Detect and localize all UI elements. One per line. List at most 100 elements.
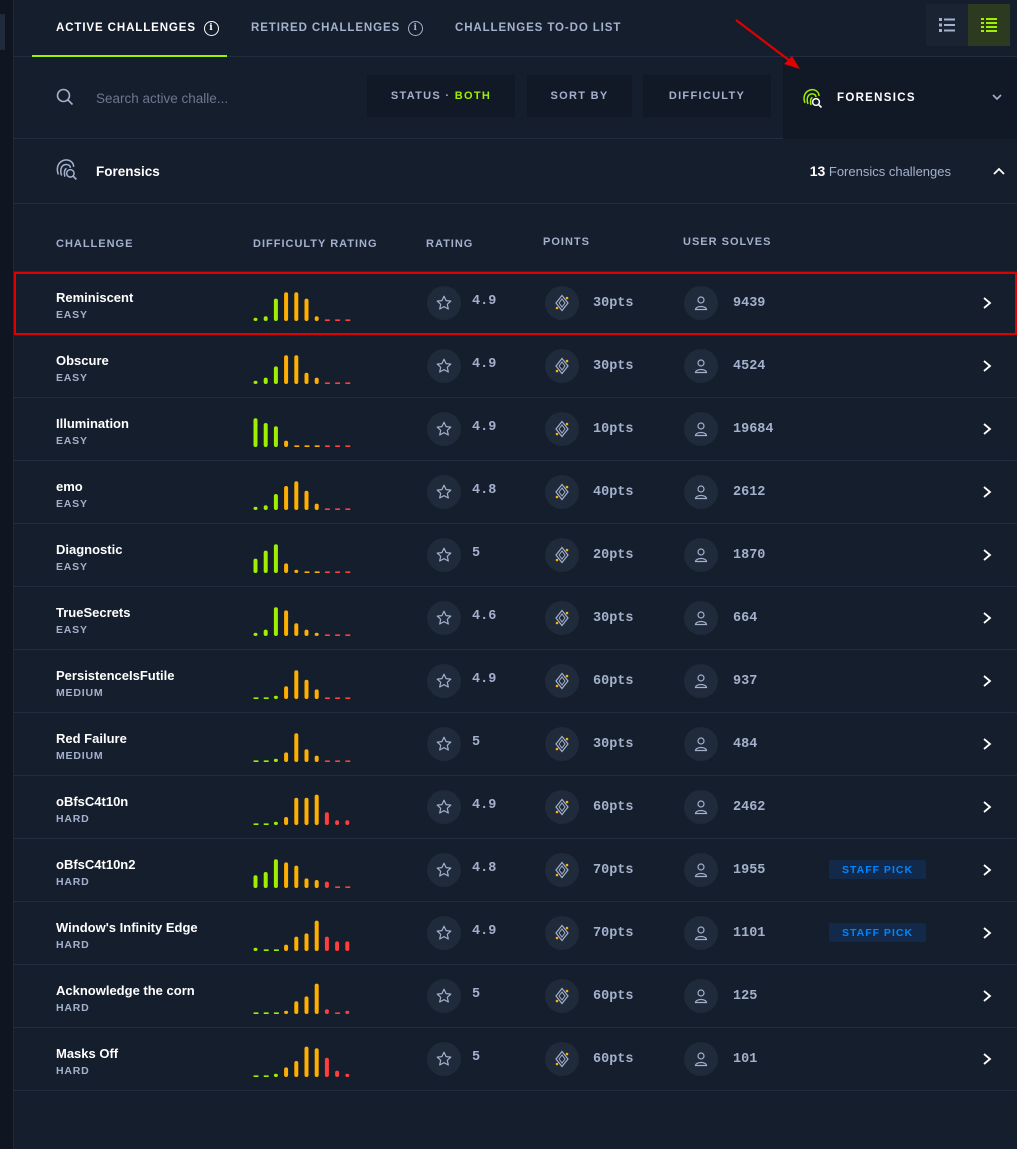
challenge-name[interactable]: oBfsC4t10n (56, 794, 128, 809)
rate-button[interactable] (427, 1042, 461, 1076)
challenge-row[interactable]: oBfsC4t10n2 HARD 4.8 70pts 1955 STAFF PICK (14, 839, 1017, 902)
challenge-name[interactable]: Diagnostic (56, 542, 122, 557)
challenge-row[interactable]: Masks Off HARD 5 60pts 101 (14, 1028, 1017, 1091)
challenge-row[interactable]: Acknowledge the corn HARD 5 60pts 125 (14, 965, 1017, 1028)
chevron-right-icon[interactable] (980, 862, 994, 878)
difficulty-vote-bar (294, 865, 299, 888)
chevron-right-icon[interactable] (980, 673, 994, 689)
difficulty-vote-bar (335, 760, 341, 762)
difficulty-vote-bar (324, 382, 330, 384)
rate-button[interactable] (427, 916, 461, 950)
challenge-row[interactable]: oBfsC4t10n HARD 4.9 60pts 2462 (14, 776, 1017, 839)
challenge-points: 30pts (593, 611, 634, 626)
challenge-user-solves: 1101 (733, 926, 766, 941)
difficulty-vote-bar (314, 316, 319, 321)
chevron-right-icon[interactable] (980, 421, 994, 437)
challenge-name[interactable]: Acknowledge the corn (56, 983, 195, 998)
category-select[interactable]: FORENSICS (783, 57, 1017, 139)
status-filter-button[interactable]: STATUS · BOTH (367, 75, 515, 117)
list-view-button[interactable] (968, 4, 1010, 46)
sort-by-button[interactable]: SORT BY (527, 75, 632, 117)
difficulty-vote-bar (284, 862, 289, 888)
chevron-right-icon[interactable] (980, 547, 994, 563)
rate-button[interactable] (427, 979, 461, 1013)
filter-bar: STATUS · BOTH SORT BY DIFFICULTY FORENSI… (14, 57, 1017, 139)
challenge-row[interactable]: Reminiscent EASY 4.9 30pts 9439 (14, 272, 1017, 335)
challenge-row[interactable]: Diagnostic EASY 5 20pts 1870 (14, 524, 1017, 587)
challenge-points: 60pts (593, 1052, 634, 1067)
category-section-header[interactable]: Forensics 13 Forensics challenges (14, 140, 1017, 204)
challenge-name[interactable]: Obscure (56, 353, 109, 368)
difficulty-vote-bar (304, 996, 309, 1014)
challenge-row[interactable]: Obscure EASY 4.9 30pts 4524 (14, 335, 1017, 398)
difficulty-vote-bar (304, 571, 310, 573)
challenge-rating: 5 (472, 1050, 481, 1065)
difficulty-vote-bar (304, 372, 309, 384)
tab-challenges-todo-list[interactable]: CHALLENGES TO-DO LIST (455, 0, 621, 56)
difficulty-vote-bar (253, 875, 258, 888)
rate-button[interactable] (427, 853, 461, 887)
rate-button[interactable] (427, 349, 461, 383)
chevron-right-icon[interactable] (980, 988, 994, 1004)
chevron-right-icon[interactable] (980, 610, 994, 626)
difficulty-vote-bar (294, 445, 300, 447)
challenge-name[interactable]: Red Failure (56, 731, 127, 746)
challenge-row[interactable]: TrueSecrets EASY 4.6 30pts 664 (14, 587, 1017, 650)
rate-button[interactable] (427, 475, 461, 509)
challenge-user-solves: 125 (733, 989, 758, 1004)
chevron-right-icon[interactable] (980, 736, 994, 752)
challenge-name[interactable]: Illumination (56, 416, 129, 431)
difficulty-vote-bar (314, 632, 319, 636)
column-header-user-solves[interactable]: USER SOLVES (683, 236, 771, 248)
difficulty-vote-bar (284, 1067, 289, 1077)
chevron-right-icon[interactable] (980, 358, 994, 374)
difficulty-vote-bar (294, 670, 299, 699)
difficulty-vote-bar (294, 1061, 299, 1077)
rate-button[interactable] (427, 286, 461, 320)
challenge-row[interactable]: emo EASY 4.8 40pts 2612 (14, 461, 1017, 524)
rate-button[interactable] (427, 790, 461, 824)
challenge-row[interactable]: Illumination EASY 4.9 10pts 19684 (14, 398, 1017, 461)
challenge-row[interactable]: Window's Infinity Edge HARD 4.9 70pts 1101 ST… (14, 902, 1017, 965)
tab-active-challenges[interactable]: ACTIVE CHALLENGES i (32, 0, 227, 57)
challenge-name[interactable]: Window's Infinity Edge (56, 920, 198, 935)
rate-button[interactable] (427, 601, 461, 635)
challenge-difficulty: EASY (56, 561, 88, 573)
challenge-name[interactable]: Reminiscent (56, 290, 133, 305)
challenge-name[interactable]: Masks Off (56, 1046, 118, 1061)
difficulty-vote-bar (335, 382, 341, 384)
card-view-button[interactable] (926, 4, 968, 46)
rate-button[interactable] (427, 412, 461, 446)
difficulty-vote-bar (294, 623, 299, 636)
challenge-name[interactable]: PersistenceIsFutile (56, 668, 175, 683)
chevron-right-icon[interactable] (980, 484, 994, 500)
column-header-difficulty-rating[interactable]: DIFFICULTY RATING (253, 238, 378, 250)
chevron-right-icon[interactable] (980, 295, 994, 311)
challenge-name[interactable]: TrueSecrets (56, 605, 130, 620)
column-header-challenge[interactable]: CHALLENGE (56, 238, 133, 250)
column-header-points[interactable]: POINTS (543, 236, 590, 248)
difficulty-vote-bar (304, 933, 309, 951)
forensics-icon (56, 159, 77, 180)
tab-retired-challenges[interactable]: RETIRED CHALLENGES i (251, 0, 424, 56)
chevron-up-icon[interactable] (991, 164, 1007, 178)
chevron-right-icon[interactable] (980, 1051, 994, 1067)
challenge-difficulty: HARD (56, 1002, 90, 1014)
challenge-user-solves: 484 (733, 737, 758, 752)
chevron-right-icon[interactable] (980, 799, 994, 815)
sidebar-handle[interactable] (0, 14, 5, 50)
user-icon (694, 359, 708, 374)
search-input[interactable] (96, 86, 266, 110)
challenge-name[interactable]: emo (56, 479, 83, 494)
info-icon[interactable]: i (408, 20, 424, 36)
rate-button[interactable] (427, 727, 461, 761)
chevron-right-icon[interactable] (980, 925, 994, 941)
info-icon[interactable]: i (203, 20, 219, 36)
challenge-row[interactable]: Red Failure MEDIUM 5 30pts 484 (14, 713, 1017, 776)
challenge-row[interactable]: PersistenceIsFutile MEDIUM 4.9 60pts 937 (14, 650, 1017, 713)
column-header-rating[interactable]: RATING (426, 238, 473, 250)
difficulty-filter-button[interactable]: DIFFICULTY (643, 75, 771, 117)
challenge-name[interactable]: oBfsC4t10n2 (56, 857, 135, 872)
rate-button[interactable] (427, 664, 461, 698)
rate-button[interactable] (427, 538, 461, 572)
